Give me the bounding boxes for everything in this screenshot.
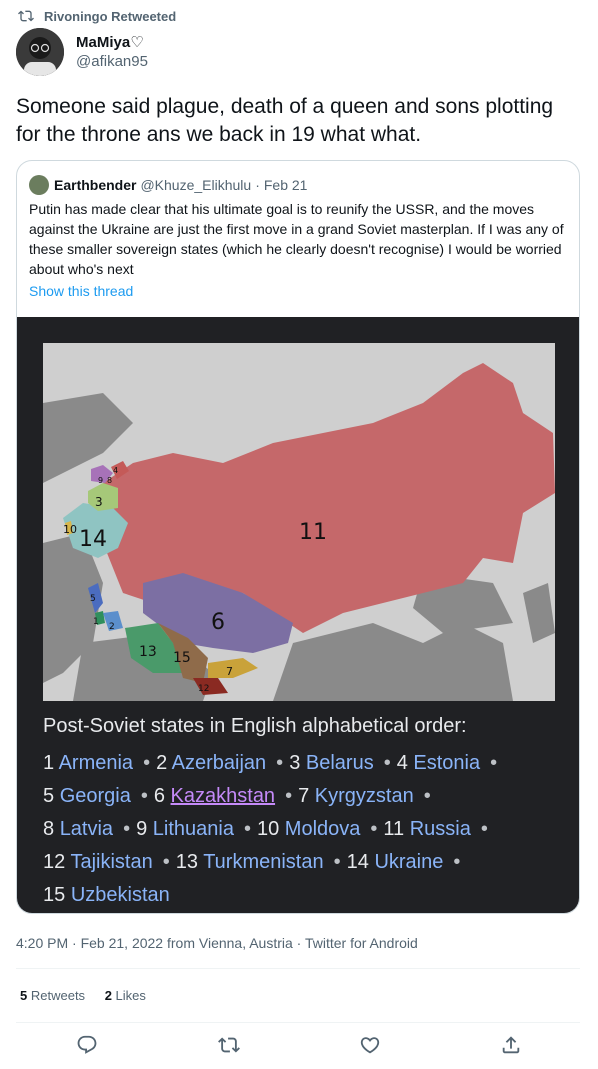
legend-link-latvia[interactable]: Latvia [60,818,113,840]
divider [16,1022,580,1023]
engagement-stats: 5 Retweets 2 Likes [20,988,146,1003]
map-label-9: 9 [98,476,103,485]
author-name[interactable]: MaMiya♡ [76,33,144,51]
legend-link-georgia[interactable]: Georgia [60,785,131,807]
legend-number: 6 [153,785,165,807]
map-label-13: 13 [139,644,157,660]
map-label-3: 3 [95,495,103,509]
retweet-icon[interactable] [218,1034,240,1056]
legend-bullet: • [383,752,391,774]
legend-number: 11 [383,818,405,840]
legend-row: 5 Georgia • 6 Kazakhstan • 7 Kyrgyzstan • [43,780,563,813]
retweet-icon [18,10,34,22]
legend-bullet: • [276,752,284,774]
show-thread-link[interactable]: Show this thread [29,283,133,299]
map-label-12: 12 [198,684,209,694]
legend-bullet: • [140,785,148,807]
legend-bullet: • [333,851,341,873]
map-label-5: 5 [90,594,96,604]
legend-number: 14 [346,851,369,873]
post-soviet-map: 1 2 3 4 5 6 7 8 9 10 11 12 13 14 15 [43,343,555,701]
retweet-indicator[interactable]: Rivoningo Retweeted [18,8,176,24]
legend-link-lithuania[interactable]: Lithuania [153,818,234,840]
legend-link-belarus[interactable]: Belarus [306,752,374,774]
legend-number: 5 [43,785,55,807]
legend-link-kyrgyzstan[interactable]: Kyrgyzstan [315,785,414,807]
map-label-8: 8 [107,476,112,485]
tweet-text: Someone said plague, death of a queen an… [16,95,554,146]
legend-bullet: • [285,785,293,807]
quoted-tweet-text: Putin has made clear that his ultimate g… [29,201,564,277]
legend-number: 13 [175,851,198,873]
legend-bullet: • [123,818,131,840]
action-bar [0,1034,598,1058]
legend-bullet: • [143,752,151,774]
heart-icon: ♡ [130,34,144,51]
legend-link-kazakhstan[interactable]: Kazakhstan [171,785,276,807]
map-label-14: 14 [79,527,107,552]
quoted-tweet[interactable]: Earthbender @Khuze_Elikhulu · Feb 21 Put… [16,160,580,914]
legend-number: 12 [43,851,66,873]
like-icon[interactable] [359,1034,381,1056]
legend-bullet: • [370,818,378,840]
map-label-4: 4 [113,466,118,475]
likes-stat[interactable]: 2 Likes [105,988,146,1003]
legend-number: 2 [156,752,168,774]
legend-bullet: • [480,818,488,840]
quoted-avatar[interactable] [29,175,49,195]
legend-bullet: • [453,851,461,873]
map-label-15: 15 [173,650,191,666]
retweets-stat[interactable]: 5 Retweets [20,988,85,1003]
legend-link-tajikistan[interactable]: Tajikistan [70,851,152,873]
avatar[interactable] [16,28,64,76]
legend-number: 10 [256,818,280,840]
quoted-author-name[interactable]: Earthbender [54,177,136,193]
legend: 1 Armenia • 2 Azerbaijan • 3 Belarus • 4 Eston… [43,747,563,912]
legend-number: 7 [298,785,310,807]
legend-row: 1 Armenia • 2 Azerbaijan • 3 Belarus • 4 Eston… [43,747,563,780]
retweet-label: Rivoningo Retweeted [44,8,177,24]
legend-link-ukraine[interactable]: Ukraine [374,851,443,873]
legend-number: 15 [43,884,66,906]
legend-title: Post-Soviet states in English alphabetic… [43,715,467,737]
reply-icon[interactable] [76,1034,98,1056]
author-handle[interactable]: @afikan95 [76,53,148,70]
legend-row: 12 Tajikistan • 13 Turkmenistan • 14 Ukraine… [43,846,563,879]
separator: · [255,177,260,193]
legend-link-armenia[interactable]: Armenia [59,752,133,774]
legend-link-azerbaijan[interactable]: Azerbaijan [172,752,267,774]
legend-bullet: • [423,785,431,807]
map-label-1: 1 [93,617,99,627]
legend-link-turkmenistan[interactable]: Turkmenistan [203,851,323,873]
quoted-author-handle[interactable]: @Khuze_Elikhulu [140,177,251,193]
legend-number: 8 [43,818,55,840]
legend-link-moldova[interactable]: Moldova [285,818,361,840]
legend-number: 3 [289,752,301,774]
legend-link-russia[interactable]: Russia [410,818,471,840]
legend-link-uzbekistan[interactable]: Uzbekistan [71,884,170,906]
map-label-2: 2 [109,622,115,632]
map-label-7: 7 [226,665,233,678]
legend-link-estonia[interactable]: Estonia [413,752,480,774]
legend-row: 15 Uzbekistan [43,879,563,912]
legend-number: 9 [136,818,148,840]
quoted-media[interactable]: 1 2 3 4 5 6 7 8 9 10 11 12 13 14 15 Post… [17,317,579,913]
legend-row: 8 Latvia • 9 Lithuania • 10 Moldova • 11 Russi… [43,813,563,846]
legend-bullet: • [490,752,498,774]
map-label-6: 6 [211,610,225,635]
divider [16,968,580,969]
quoted-tweet-header: Earthbender @Khuze_Elikhulu · Feb 21 [29,175,307,195]
share-icon[interactable] [500,1034,522,1056]
map-label-10: 10 [63,523,77,536]
legend-bullet: • [243,818,251,840]
quoted-date[interactable]: Feb 21 [264,177,308,193]
legend-number: 4 [396,752,408,774]
legend-number: 1 [43,752,55,774]
legend-bullet: • [162,851,170,873]
tweet-timestamp[interactable]: 4:20 PM · Feb 21, 2022 from Vienna, Aust… [16,935,418,951]
map-label-11: 11 [299,520,327,545]
